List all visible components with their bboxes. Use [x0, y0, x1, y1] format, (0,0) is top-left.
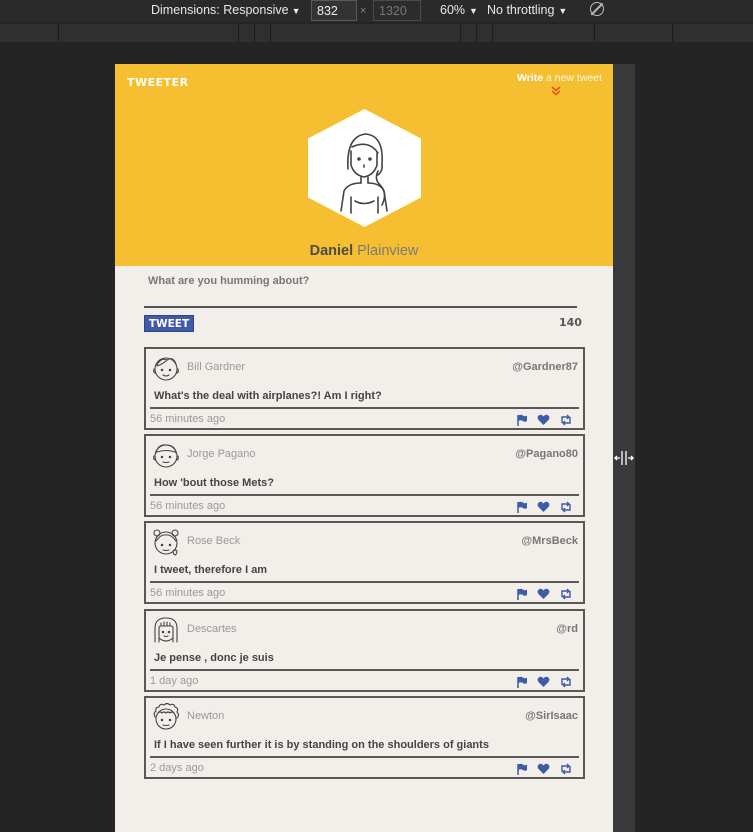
tweet-text: If I have seen further it is by standing… — [154, 739, 489, 751]
tweet-divider — [150, 669, 579, 671]
dimensions-label: Dimensions: Responsive — [151, 3, 289, 17]
tweet-card: Descartes @rd Je pense , donc je suis 1 … — [144, 609, 585, 692]
tweet-time: 56 minutes ago — [150, 587, 226, 599]
tweet-card: Jorge Pagano @Pagano80 How 'bout those M… — [144, 434, 585, 517]
dimensions-dropdown[interactable]: Dimensions: Responsive ▼ — [151, 3, 300, 17]
throttling-label: No throttling — [487, 3, 555, 17]
media-query-ruler[interactable] — [0, 24, 753, 42]
tweet-actions — [516, 413, 576, 426]
tweet-text: Je pense , donc je suis — [154, 652, 274, 664]
tweet-time: 2 days ago — [150, 762, 204, 774]
double-chevron-down-icon[interactable] — [551, 86, 561, 97]
tweet-username[interactable]: Bill Gardner — [187, 361, 245, 373]
tweet-divider — [150, 494, 579, 496]
tweet-handle[interactable]: @Gardner87 — [512, 361, 578, 373]
first-name: Daniel — [309, 243, 354, 259]
retweet-icon[interactable] — [559, 675, 572, 688]
tweet-card: Newton @SirIsaac If I have seen further … — [144, 696, 585, 779]
flag-icon[interactable] — [516, 675, 529, 688]
rotate-disabled-icon[interactable] — [590, 2, 604, 16]
zoom-label: 60% — [440, 3, 466, 17]
tweet-handle[interactable]: @Pagano80 — [515, 448, 578, 460]
height-input[interactable]: 1320 — [373, 0, 421, 21]
tweet-divider — [150, 581, 579, 583]
devtools-toolbar: Dimensions: Responsive ▼ 832 × 1320 60% ▼ … — [0, 0, 753, 22]
caret-down-icon: ▼ — [291, 6, 301, 16]
app-logo[interactable]: TWEETER — [127, 76, 189, 89]
tweet-divider — [150, 756, 579, 758]
curly-avatar-icon — [153, 702, 180, 730]
heart-icon[interactable] — [537, 675, 550, 687]
throttling-dropdown[interactable]: No throttling ▼ — [487, 3, 567, 17]
tweet-time: 56 minutes ago — [150, 413, 226, 425]
write-new-tweet-link[interactable]: Write a new tweet — [517, 72, 602, 84]
tweet-button[interactable]: TWEET — [144, 315, 194, 332]
profile-banner: TWEETER Write a new tweet Daniel Plainvi… — [115, 64, 613, 266]
compose-underline — [144, 306, 577, 308]
tweet-card: Bill Gardner @Gardner87 What's the deal … — [144, 347, 585, 430]
retweet-icon[interactable] — [559, 413, 572, 426]
flag-icon[interactable] — [516, 587, 529, 600]
tweet-divider — [150, 407, 579, 409]
write-rest-label: a new tweet — [543, 72, 602, 84]
character-counter: 140 — [559, 316, 582, 329]
girl-avatar-icon — [153, 529, 179, 556]
heart-icon[interactable] — [537, 500, 550, 512]
tweet-text: What's the deal with airplanes?! Am I ri… — [154, 390, 382, 402]
heart-icon[interactable] — [537, 762, 550, 774]
tweet-username[interactable]: Descartes — [187, 623, 237, 635]
boy-avatar-icon — [153, 357, 179, 381]
resize-handle-icon[interactable] — [613, 447, 635, 469]
retweet-icon[interactable] — [559, 587, 572, 600]
tweet-time: 56 minutes ago — [150, 500, 226, 512]
tweet-text: I tweet, therefore I am — [154, 564, 268, 576]
profile-avatar — [308, 109, 421, 227]
tweet-actions — [516, 587, 576, 600]
width-input[interactable]: 832 — [311, 0, 357, 21]
tweet-time: 1 day ago — [150, 675, 199, 687]
flag-icon[interactable] — [516, 413, 529, 426]
retweet-icon[interactable] — [559, 762, 572, 775]
times-separator: × — [360, 5, 367, 17]
retweet-icon[interactable] — [559, 500, 572, 513]
tweet-text: How 'bout those Mets? — [154, 477, 274, 489]
longhair-avatar-icon — [154, 617, 178, 643]
flag-icon[interactable] — [516, 500, 529, 513]
write-label: Write — [516, 72, 544, 84]
compose-input[interactable]: What are you humming about? — [148, 275, 309, 287]
profile-name: Daniel Plainview — [115, 243, 613, 259]
tweet-handle[interactable]: @rd — [556, 623, 578, 635]
emulated-viewport: TWEETER Write a new tweet Daniel Plainvi… — [115, 64, 613, 832]
tweet-actions — [516, 500, 576, 513]
tweet-handle[interactable]: @SirIsaac — [525, 710, 578, 722]
heart-icon[interactable] — [537, 413, 550, 425]
tweet-handle[interactable]: @MrsBeck — [521, 535, 578, 547]
heart-icon[interactable] — [537, 587, 550, 599]
tweet-username[interactable]: Rose Beck — [187, 535, 240, 547]
tweet-card: Rose Beck @MrsBeck I tweet, therefore I … — [144, 521, 585, 604]
tweet-actions — [516, 762, 576, 775]
zoom-dropdown[interactable]: 60% ▼ — [440, 3, 478, 17]
flag-icon[interactable] — [516, 762, 529, 775]
caret-down-icon: ▼ — [558, 6, 568, 16]
man-avatar-icon — [153, 444, 179, 468]
tweet-username[interactable]: Jorge Pagano — [187, 448, 256, 460]
caret-down-icon: ▼ — [469, 6, 478, 16]
tweet-username[interactable]: Newton — [187, 710, 224, 722]
last-name: Plainview — [357, 243, 419, 259]
tweet-actions — [516, 675, 576, 688]
